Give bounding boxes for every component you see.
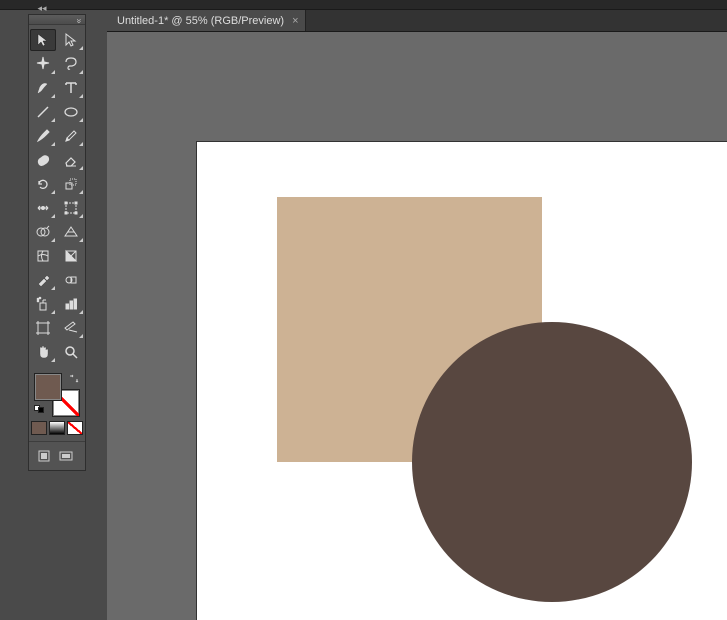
tools-panel: » — [28, 14, 86, 471]
gradient-tool[interactable] — [58, 245, 84, 267]
default-fill-stroke-icon[interactable] — [34, 405, 46, 417]
more-tools-indicator — [79, 310, 83, 314]
screen-mode-icon[interactable] — [57, 448, 75, 464]
artboard-icon — [35, 320, 51, 336]
document-tab-title: Untitled-1* @ 55% (RGB/Preview) — [117, 15, 284, 27]
more-tools-indicator — [79, 46, 83, 50]
more-tools-indicator — [79, 190, 83, 194]
eyedropper-tool[interactable] — [30, 269, 56, 291]
blend-tool[interactable] — [58, 269, 84, 291]
slice-icon — [63, 320, 79, 336]
more-tools-indicator — [51, 70, 55, 74]
more-tools-indicator — [79, 118, 83, 122]
scale-tool[interactable] — [58, 173, 84, 195]
mesh-icon — [35, 248, 51, 264]
width-tool[interactable] — [30, 197, 56, 219]
color-mode-gradient[interactable] — [49, 421, 65, 435]
hand-icon — [35, 344, 51, 360]
more-tools-indicator — [51, 142, 55, 146]
line-segment-tool[interactable] — [30, 101, 56, 123]
document-tab[interactable]: Untitled-1* @ 55% (RGB/Preview) × — [107, 10, 306, 31]
more-tools-indicator — [51, 118, 55, 122]
document-tabbar: Untitled-1* @ 55% (RGB/Preview) × — [107, 10, 727, 32]
pen-icon — [35, 80, 51, 96]
width-icon — [35, 200, 51, 216]
color-mode-row — [29, 421, 85, 435]
spray-icon — [35, 296, 51, 312]
ellipse-icon — [63, 104, 79, 120]
type-tool[interactable] — [58, 77, 84, 99]
fill-stroke-control[interactable] — [34, 373, 80, 417]
slice-tool[interactable] — [58, 317, 84, 339]
magic-wand-tool[interactable] — [30, 53, 56, 75]
artboard[interactable] — [197, 142, 727, 620]
more-tools-indicator — [51, 94, 55, 98]
perspective-grid-tool[interactable] — [58, 221, 84, 243]
more-tools-indicator — [51, 238, 55, 242]
ellipse-tool[interactable] — [58, 101, 84, 123]
color-mode-solid[interactable] — [31, 421, 47, 435]
fill-swatch[interactable] — [34, 373, 62, 401]
close-tab-icon[interactable]: × — [292, 15, 298, 27]
zoom-tool[interactable] — [58, 341, 84, 363]
tools-bottom-row — [29, 441, 85, 464]
more-tools-indicator — [51, 286, 55, 290]
blend-icon — [63, 272, 79, 288]
eraser-icon — [63, 152, 79, 168]
more-tools-indicator — [51, 310, 55, 314]
selection-tool[interactable] — [30, 29, 56, 51]
column-graph-tool[interactable] — [58, 293, 84, 315]
cursor-filled-icon — [35, 32, 51, 48]
more-tools-indicator — [51, 358, 55, 362]
rotate-tool[interactable] — [30, 173, 56, 195]
lasso-tool[interactable] — [58, 53, 84, 75]
pencil-icon — [63, 128, 79, 144]
type-icon — [63, 80, 79, 96]
transform-icon — [63, 200, 79, 216]
more-tools-indicator — [79, 238, 83, 242]
hand-tool[interactable] — [30, 341, 56, 363]
more-tools-indicator — [79, 70, 83, 74]
workspace[interactable] — [107, 32, 727, 620]
blob-icon — [35, 152, 51, 168]
more-tools-indicator — [79, 142, 83, 146]
tools-panel-header[interactable]: » — [29, 15, 85, 25]
circle-shape[interactable] — [412, 322, 692, 602]
cursor-hollow-icon — [63, 32, 79, 48]
more-tools-indicator — [79, 94, 83, 98]
scale-icon — [63, 176, 79, 192]
graph-icon — [63, 296, 79, 312]
lasso-icon — [63, 56, 79, 72]
sparkle-icon — [35, 56, 51, 72]
app-topstrip — [0, 0, 727, 10]
drawing-mode-icon[interactable] — [35, 448, 53, 464]
paintbrush-tool[interactable] — [30, 125, 56, 147]
color-mode-none[interactable] — [67, 421, 83, 435]
more-tools-indicator — [51, 214, 55, 218]
perspective-icon — [63, 224, 79, 240]
blob-brush-tool[interactable] — [30, 149, 56, 171]
brush-icon — [35, 128, 51, 144]
free-transform-tool[interactable] — [58, 197, 84, 219]
more-tools-indicator — [79, 334, 83, 338]
pen-tool[interactable] — [30, 77, 56, 99]
more-tools-indicator — [79, 166, 83, 170]
zoom-icon — [63, 344, 79, 360]
rotate-icon — [35, 176, 51, 192]
eraser-tool[interactable] — [58, 149, 84, 171]
panel-collapse-arrows[interactable]: ◂◂ — [36, 4, 48, 12]
gradient-icon — [63, 248, 79, 264]
line-icon — [35, 104, 51, 120]
artboard-tool[interactable] — [30, 317, 56, 339]
more-tools-indicator — [79, 214, 83, 218]
direct-selection-tool[interactable] — [58, 29, 84, 51]
eyedropper-icon — [35, 272, 51, 288]
shape-builder-icon — [35, 224, 51, 240]
mesh-tool[interactable] — [30, 245, 56, 267]
more-tools-indicator — [51, 190, 55, 194]
pencil-tool[interactable] — [58, 125, 84, 147]
shape-builder-tool[interactable] — [30, 221, 56, 243]
swap-fill-stroke-icon[interactable] — [68, 373, 80, 385]
symbol-sprayer-tool[interactable] — [30, 293, 56, 315]
